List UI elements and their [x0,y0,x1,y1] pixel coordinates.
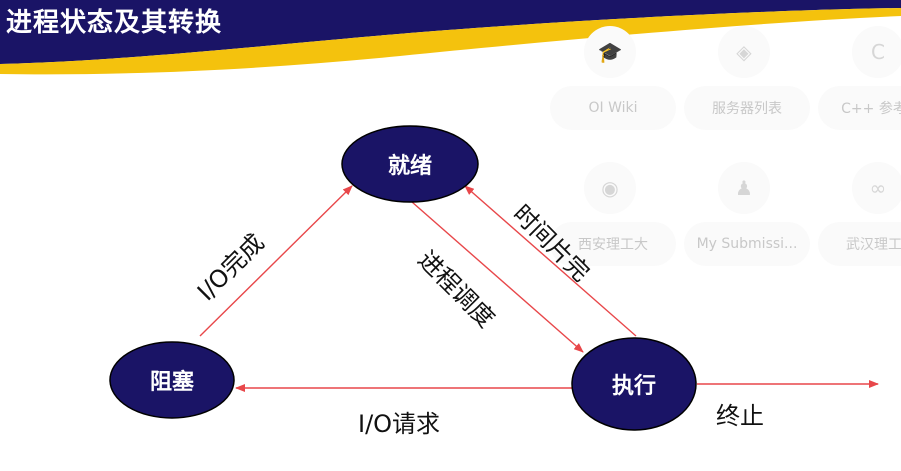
node-running-label: 执行 [611,374,657,399]
node-ready-label: 就绪 [387,154,433,179]
process-state-diagram [109,125,879,431]
edge-label-terminate: 终止 [716,402,764,430]
edge-label-io-request: I/O请求 [358,410,441,438]
node-blocked-label: 阻塞 [149,370,195,395]
